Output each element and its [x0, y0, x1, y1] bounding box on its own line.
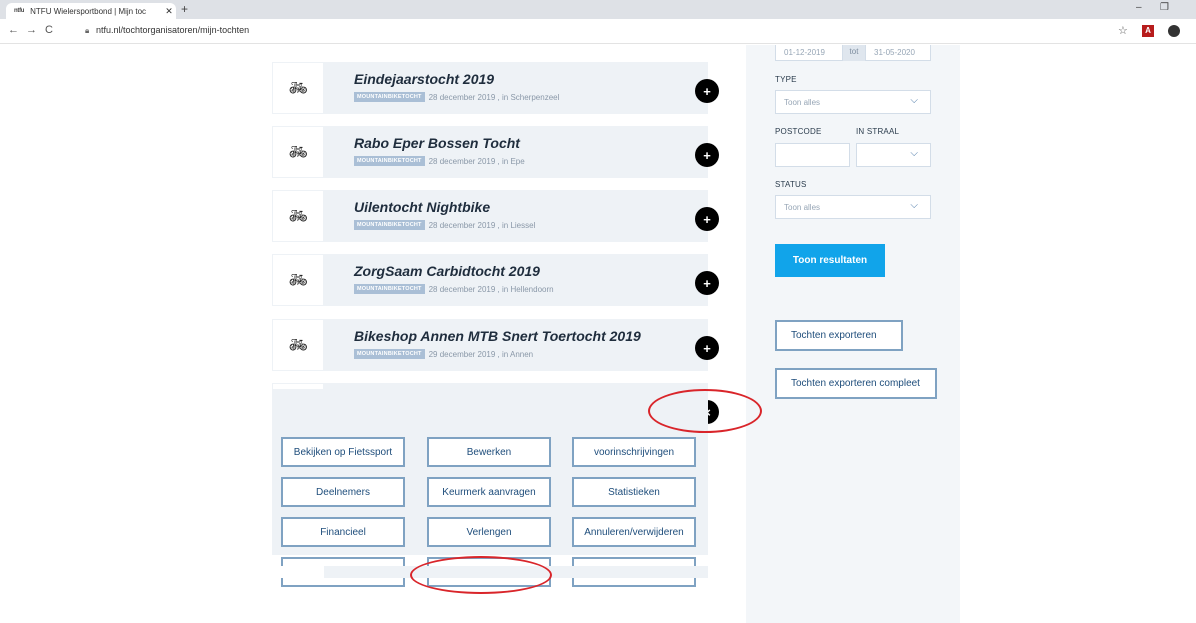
- new-tab-button[interactable]: +: [181, 2, 188, 16]
- voorinschrijvingen-button[interactable]: voorinschrijvingen: [572, 437, 696, 467]
- tour-type-badge: MOUNTAINBIKETOCHT: [354, 92, 425, 102]
- expand-toggle-button[interactable]: +: [695, 336, 719, 360]
- tour-meta: MOUNTAINBIKETOCHT 28 december 2019 , in L…: [354, 220, 535, 230]
- reload-button[interactable]: C: [45, 24, 53, 36]
- tour-type-badge: MOUNTAINBIKETOCHT: [354, 349, 425, 359]
- expand-toggle-button[interactable]: +: [695, 143, 719, 167]
- tour-card[interactable]: 🚲︎ Uilentocht Nightbike MOUNTAINBIKETOCHT 2…: [272, 190, 719, 242]
- tour-meta: MOUNTAINBIKETOCHT 29 december 2019 , in A…: [354, 349, 533, 359]
- tour-type-badge: MOUNTAINBIKETOCHT: [354, 284, 425, 294]
- pdf-extension-icon[interactable]: A: [1142, 25, 1154, 37]
- browser-toolbar: ← → C 🔒︎ ntfu.nl/tochtorganisatoren/mijn…: [0, 19, 1196, 44]
- tour-meta: MOUNTAINBIKETOCHT 28 december 2019 , in H…: [354, 284, 554, 294]
- tour-card[interactable]: 🚲︎ Eindejaarstocht 2019 MOUNTAINBIKETOCHT 2…: [272, 62, 719, 114]
- bicycle-icon: 🚲︎: [272, 126, 324, 178]
- status-select-value: Toon alles: [784, 202, 821, 212]
- bookmark-star-icon[interactable]: ☆: [1118, 24, 1128, 37]
- tour-type-badge: MOUNTAINBIKETOCHT: [354, 220, 425, 230]
- radius-label: IN STRAAL: [856, 127, 900, 136]
- profile-avatar-icon[interactable]: [1168, 25, 1180, 37]
- tour-title[interactable]: ZorgSaam Carbidtocht 2019: [354, 263, 540, 279]
- tour-card[interactable]: 🚲︎ ZorgSaam Carbidtocht 2019 MOUNTAINBIKET…: [272, 254, 719, 306]
- bekijken-op-fietssport-button[interactable]: Bekijken op Fietssport: [281, 437, 405, 467]
- date-separator: tot: [843, 45, 865, 61]
- minimize-button[interactable]: –: [1136, 2, 1142, 13]
- expand-toggle-button[interactable]: +: [695, 207, 719, 231]
- statistieken-button[interactable]: Statistieken: [572, 477, 696, 507]
- tab-close-icon[interactable]: ✕: [162, 6, 176, 17]
- keurmerk-aanvragen-button[interactable]: Keurmerk aanvragen: [427, 477, 551, 507]
- back-button[interactable]: ←: [8, 24, 19, 36]
- expand-toggle-button[interactable]: +: [695, 79, 719, 103]
- status-label: STATUS: [775, 180, 807, 189]
- type-select[interactable]: Toon alles ⌵: [775, 90, 931, 114]
- tour-date-location: 28 december 2019 , in Scherpenzeel: [428, 92, 560, 102]
- financieel-button[interactable]: Financieel: [281, 517, 405, 547]
- date-from-input[interactable]: 01-12-2019: [775, 45, 843, 61]
- next-tour-card-partial: [272, 566, 708, 578]
- postcode-label: POSTCODE: [775, 127, 822, 136]
- radius-select[interactable]: ⌵: [856, 143, 931, 167]
- tour-icon-box: [272, 566, 324, 578]
- tour-meta: MOUNTAINBIKETOCHT 28 december 2019 , in S…: [354, 92, 559, 102]
- tab-title: NTFU Wielersportbond | Mijn toc: [30, 6, 147, 16]
- bicycle-icon: 🚲︎: [272, 254, 324, 306]
- annuleren-verwijderen-button[interactable]: Annuleren/verwijderen: [572, 517, 696, 547]
- export-tours-full-button[interactable]: Tochten exporteren compleet: [775, 368, 937, 399]
- tour-date-location: 29 december 2019 , in Annen: [428, 349, 534, 359]
- tour-title[interactable]: Uilentocht Nightbike: [354, 199, 490, 215]
- ntfu-favicon-icon: ntfu: [14, 8, 25, 14]
- tour-date-location: 28 december 2019 , in Epe: [428, 156, 525, 166]
- type-select-value: Toon alles: [784, 97, 821, 107]
- chevron-down-icon: ⌵: [910, 200, 918, 211]
- chevron-down-icon: ⌵: [910, 95, 918, 106]
- type-label: TYPE: [775, 75, 797, 84]
- tour-type-badge: MOUNTAINBIKETOCHT: [354, 156, 425, 166]
- export-tours-button[interactable]: Tochten exporteren: [775, 320, 903, 351]
- status-select[interactable]: Toon alles ⌵: [775, 195, 931, 219]
- address-bar-url[interactable]: ntfu.nl/tochtorganisatoren/mijn-tochten: [96, 25, 249, 35]
- forward-button[interactable]: →: [26, 24, 37, 36]
- tour-card[interactable]: 🚲︎ Bikeshop Annen MTB Snert Toertocht 201…: [272, 319, 719, 371]
- tour-title[interactable]: Bikeshop Annen MTB Snert Toertocht 2019: [354, 328, 641, 344]
- tour-card[interactable]: 🚲︎ Rabo Eper Bossen Tocht MOUNTAINBIKETOCH…: [272, 126, 719, 178]
- tour-meta: MOUNTAINBIKETOCHT 28 december 2019 , in E…: [354, 156, 525, 166]
- tour-title[interactable]: Rabo Eper Bossen Tocht: [354, 135, 520, 151]
- bicycle-icon: 🚲︎: [272, 190, 324, 242]
- maximize-button[interactable]: ❐: [1160, 2, 1169, 13]
- lock-icon: 🔒︎: [85, 26, 90, 35]
- date-to-input[interactable]: 31-05-2020: [865, 45, 931, 61]
- tour-date-location: 28 december 2019 , in Hellendoorn: [428, 284, 554, 294]
- expand-toggle-button[interactable]: +: [695, 271, 719, 295]
- bicycle-icon: 🚲︎: [272, 319, 324, 371]
- verlengen-button[interactable]: Verlengen: [427, 517, 551, 547]
- date-from-value: 01-12-2019: [784, 48, 825, 57]
- browser-tab[interactable]: ntfu NTFU Wielersportbond | Mijn toc ✕: [6, 3, 176, 19]
- browser-tabstrip: ntfu NTFU Wielersportbond | Mijn toc ✕ +…: [0, 0, 1196, 19]
- tour-title[interactable]: Eindejaarstocht 2019: [354, 71, 494, 87]
- date-to-value: 31-05-2020: [874, 48, 915, 57]
- bewerken-button[interactable]: Bewerken: [427, 437, 551, 467]
- deelnemers-button[interactable]: Deelnemers: [281, 477, 405, 507]
- bicycle-icon: 🚲︎: [272, 62, 324, 114]
- postcode-input[interactable]: [775, 143, 850, 167]
- chevron-down-icon: ⌵: [910, 148, 918, 159]
- tour-date-location: 28 december 2019 , in Liessel: [428, 220, 536, 230]
- show-results-button[interactable]: Toon resultaten: [775, 244, 885, 277]
